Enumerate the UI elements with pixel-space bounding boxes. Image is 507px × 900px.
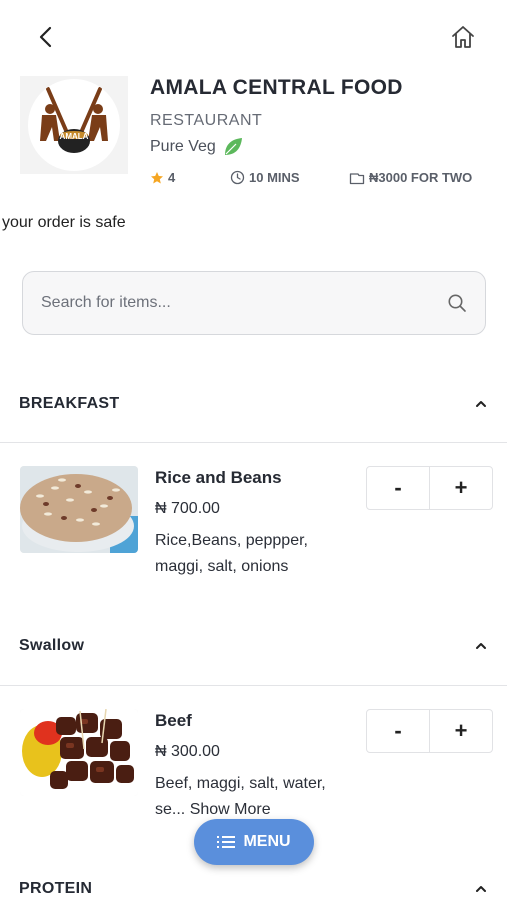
quantity-stepper: - + [366,466,493,510]
clock-icon [230,170,245,185]
order-safe-notice: your order is safe [2,214,126,231]
delivery-time: 10 MINS [230,170,300,185]
increase-button[interactable]: + [430,710,492,752]
item-description: Rice,Beans, peppper, maggi, salt, onions [155,532,308,575]
menu-button[interactable]: MENU [194,819,314,865]
divider [0,685,507,686]
top-bar [0,0,507,72]
wallet-icon [349,172,365,184]
menu-button-label: MENU [243,833,291,850]
divider [0,442,507,443]
restaurant-name: AMALA CENTRAL FOOD [150,76,403,99]
home-icon [452,26,474,48]
increase-button[interactable]: + [430,467,492,509]
chevron-up-icon[interactable] [474,399,488,409]
search-box[interactable] [22,271,486,335]
star-icon [151,171,163,183]
home-button[interactable] [446,20,480,54]
decrease-button[interactable]: - [367,467,430,509]
search-icon[interactable] [447,293,467,313]
search-input[interactable] [41,294,447,312]
food-image-beef [20,709,138,796]
food-image-rice-beans [20,466,138,553]
chevron-up-icon[interactable] [474,884,488,894]
item-price: ₦ 300.00 [155,743,220,760]
leaf-icon [224,138,242,155]
restaurant-type: RESTAURANT [150,112,263,129]
restaurant-logo: AMALA [20,76,128,174]
logo-lettering: AMALA [60,132,89,141]
category-title: BREAKFAST [19,395,120,412]
item-name: Beef [155,711,192,730]
back-arrow-icon [39,26,52,48]
menu-item: Rice and Beans ₦ 700.00 Rice,Beans, pepp… [0,466,507,616]
decrease-button[interactable]: - [367,710,430,752]
quantity-stepper: - + [366,709,493,753]
category-title: PROTEIN [19,880,93,897]
delivery-time-value: 10 MINS [249,170,300,185]
chevron-up-icon[interactable] [474,641,488,651]
category-header-swallow[interactable]: Swallow [0,621,507,671]
category-title: Swallow [19,637,85,654]
price-for-two-value: ₦3000 FOR TWO [369,170,473,185]
category-header-protein[interactable]: PROTEIN [0,864,507,900]
item-name: Rice and Beans [155,468,282,487]
item-price: ₦ 700.00 [155,500,220,517]
menu-list-icon [217,836,236,848]
veg-label: Pure Veg [150,138,216,155]
rating: 4 [150,170,175,185]
veg-badge: Pure Veg [150,136,244,158]
back-button[interactable] [30,22,60,52]
show-more-link[interactable]: Show More [190,801,271,818]
rating-value: 4 [168,170,176,185]
item-description: Beef, maggi, salt, water, se... Show Mor… [155,771,355,823]
price-for-two: ₦3000 FOR TWO [349,170,472,185]
restaurant-meta: 4 10 MINS ₦3000 FOR TWO [150,170,490,190]
category-header-breakfast[interactable]: BREAKFAST [0,379,507,429]
